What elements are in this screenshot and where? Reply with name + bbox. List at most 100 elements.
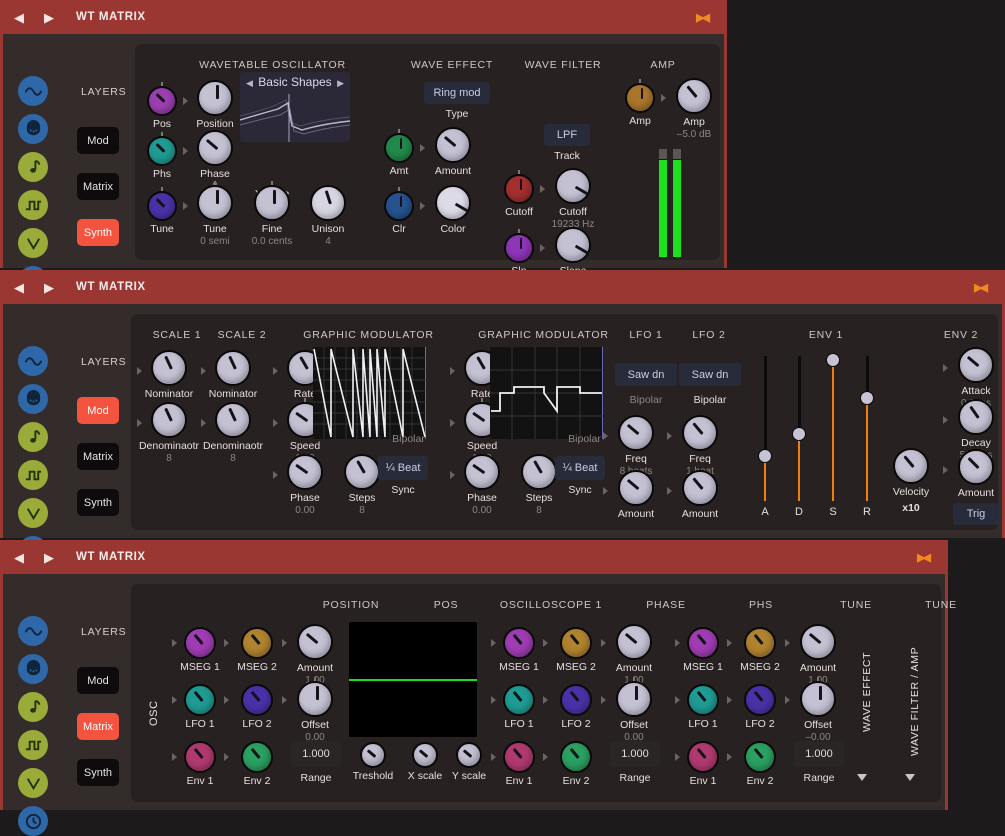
param-knob-tune-offset[interactable]: Offset –0.00 — [800, 681, 836, 717]
param-knob-env2-amount[interactable]: Amount — [958, 449, 994, 485]
layer-velocity-icon[interactable] — [18, 498, 48, 528]
param-knob-tune-amount[interactable]: Amount 1.00 — [800, 624, 836, 660]
matrix-knob-tune-lfo1[interactable]: LFO 1 — [687, 684, 719, 716]
param-knob-amount-effect[interactable]: Amount — [435, 127, 471, 163]
layer-square-wave-icon[interactable] — [18, 190, 48, 220]
gm1-polarity-label[interactable]: Bipolar — [381, 433, 436, 445]
lfo1-polarity-label[interactable]: Bipolar — [615, 394, 677, 406]
layer-square-wave-icon[interactable] — [18, 460, 48, 490]
layer-btn-mod[interactable]: Mod — [77, 667, 119, 694]
matrix-knob-phase-mseg1[interactable]: MSEG 1 — [503, 627, 535, 659]
wave-effect-expand-icon[interactable] — [857, 774, 867, 781]
env2-trig-pill[interactable]: Trig — [953, 503, 999, 525]
param-knob-env1-velocity[interactable]: Velocity — [893, 448, 929, 484]
layer-velocity-icon[interactable] — [18, 768, 48, 798]
matrix-knob-position-mseg1[interactable]: MSEG 1 — [184, 627, 216, 659]
lfo2-shape-pill[interactable]: Saw dn — [679, 363, 741, 386]
param-knob-lfo1-freq[interactable]: Freq 8 beats — [618, 415, 654, 451]
param-knob-pos-offset[interactable]: Offset 0.00 — [297, 681, 333, 717]
collapse-icon[interactable]: ▶◀ — [696, 11, 707, 24]
layer-sine-wave-icon[interactable] — [18, 616, 48, 646]
matrix-knob-phase-env2[interactable]: Env 2 — [560, 741, 592, 773]
lfo1-shape-pill[interactable]: Saw dn — [615, 363, 677, 386]
modsource-knob-tune[interactable]: Tune — [147, 191, 177, 221]
nav-next-icon[interactable]: ▶ — [44, 551, 54, 564]
matrix-knob-position-lfo1[interactable]: LFO 1 — [184, 684, 216, 716]
layer-btn-matrix[interactable]: Matrix — [77, 713, 119, 740]
modsource-knob-pos[interactable]: Pos — [147, 86, 177, 116]
param-knob-scope-threshold[interactable]: Treshold — [360, 742, 386, 768]
env1-slider-decay[interactable]: D — [791, 356, 807, 501]
layer-note-icon[interactable] — [18, 152, 48, 182]
param-knob-env2-attack[interactable]: Attack 0.0 ms — [958, 347, 994, 383]
layer-btn-synth[interactable]: Synth — [77, 759, 119, 786]
param-knob-gm1-steps[interactable]: Steps 8 — [344, 454, 380, 490]
matrix-knob-phase-lfo2[interactable]: LFO 2 — [560, 684, 592, 716]
layer-btn-synth[interactable]: Synth — [77, 219, 119, 246]
param-knob-amp[interactable]: Amp –5.0 dB — [676, 78, 712, 114]
modsource-knob-amt[interactable]: Amt — [384, 133, 414, 163]
nav-next-icon[interactable]: ▶ — [44, 281, 54, 294]
param-knob-gm2-phase[interactable]: Phase 0.00 — [464, 454, 500, 490]
modsource-knob-cutoff[interactable]: Cutoff — [504, 174, 534, 204]
param-knob-color[interactable]: Color — [435, 185, 471, 221]
wavetable-next-icon[interactable]: ▶ — [337, 78, 344, 89]
nav-prev-icon[interactable]: ◀ — [14, 281, 24, 294]
gm1-sync-pill[interactable]: ¼ Beat — [378, 456, 428, 480]
param-knob-slope[interactable]: Slope Inf — [555, 227, 591, 263]
param-knob-tune[interactable]: Tune 0 semi — [197, 185, 233, 221]
matrix-knob-phase-env1[interactable]: Env 1 — [503, 741, 535, 773]
pos-range-value[interactable]: 1.000 — [291, 741, 341, 767]
layer-square-wave-icon[interactable] — [18, 730, 48, 760]
layer-noise-icon[interactable] — [18, 114, 48, 144]
param-knob-gm1-phase[interactable]: Phase 0.00 — [287, 454, 323, 490]
matrix-knob-position-env2[interactable]: Env 2 — [241, 741, 273, 773]
param-knob-gm2-steps[interactable]: Steps 8 — [521, 454, 557, 490]
param-knob-scope-yscale[interactable]: Y scale — [456, 742, 482, 768]
env1-slider-release[interactable]: R — [859, 356, 875, 501]
matrix-knob-phase-lfo1[interactable]: LFO 1 — [503, 684, 535, 716]
param-knob-scale2-nominator[interactable]: Nominator 8 — [215, 350, 251, 386]
param-knob-phs-amount[interactable]: Amount 1.00 — [616, 624, 652, 660]
layer-noise-icon[interactable] — [18, 654, 48, 684]
matrix-knob-position-mseg2[interactable]: MSEG 2 — [241, 627, 273, 659]
matrix-knob-position-env1[interactable]: Env 1 — [184, 741, 216, 773]
matrix-knob-tune-mseg2[interactable]: MSEG 2 — [744, 627, 776, 659]
matrix-knob-phase-mseg2[interactable]: MSEG 2 — [560, 627, 592, 659]
param-knob-lfo2-amount[interactable]: Amount — [682, 470, 718, 506]
filter-type-pill[interactable]: LPF — [544, 124, 590, 146]
modsource-knob-amp[interactable]: Amp — [625, 83, 655, 113]
layer-btn-mod[interactable]: Mod — [77, 127, 119, 154]
env1-multiplier-label[interactable]: x10 — [893, 502, 929, 514]
wavetable-prev-icon[interactable]: ◀ — [246, 78, 253, 89]
modsource-knob-phs[interactable]: Phs — [147, 136, 177, 166]
param-knob-lfo2-freq[interactable]: Freq 1 beat — [682, 415, 718, 451]
nav-prev-icon[interactable]: ◀ — [14, 11, 24, 24]
matrix-knob-tune-lfo2[interactable]: LFO 2 — [744, 684, 776, 716]
nav-next-icon[interactable]: ▶ — [44, 11, 54, 24]
matrix-knob-tune-env2[interactable]: Env 2 — [744, 741, 776, 773]
layer-clock-icon[interactable] — [18, 806, 48, 836]
layer-note-icon[interactable] — [18, 692, 48, 722]
collapse-icon[interactable]: ▶◀ — [974, 281, 985, 294]
param-knob-scale1-nominator[interactable]: Nominator 8 — [151, 350, 187, 386]
modsource-knob-slp[interactable]: Slp — [504, 233, 534, 263]
env1-slider-attack[interactable]: A — [757, 356, 773, 501]
param-knob-lfo1-amount[interactable]: Amount — [618, 470, 654, 506]
layer-btn-matrix[interactable]: Matrix — [77, 173, 119, 200]
param-knob-scale2-denominator[interactable]: Denominaotr 8 — [215, 402, 251, 438]
param-knob-phs-offset[interactable]: Offset 0.00 — [616, 681, 652, 717]
param-knob-cutoff[interactable]: Cutoff 19233 Hz — [555, 168, 591, 204]
param-knob-scale1-denominator[interactable]: Denominaotr 8 — [151, 402, 187, 438]
modsource-knob-clr[interactable]: Clr — [384, 191, 414, 221]
matrix-knob-position-lfo2[interactable]: LFO 2 — [241, 684, 273, 716]
gm1-waveform-display[interactable] — [313, 347, 426, 439]
matrix-knob-tune-mseg1[interactable]: MSEG 1 — [687, 627, 719, 659]
param-knob-env2-decay[interactable]: Decay 500 ms — [958, 399, 994, 435]
layer-velocity-icon[interactable] — [18, 228, 48, 258]
param-knob-phase[interactable]: Phase 0 — [197, 130, 233, 166]
param-knob-pos-amount[interactable]: Amount 1.00 — [297, 624, 333, 660]
gm2-sync-pill[interactable]: ¼ Beat — [555, 456, 605, 480]
wave-filter-amp-expand-icon[interactable] — [905, 774, 915, 781]
param-knob-position[interactable]: Position — [197, 80, 233, 116]
